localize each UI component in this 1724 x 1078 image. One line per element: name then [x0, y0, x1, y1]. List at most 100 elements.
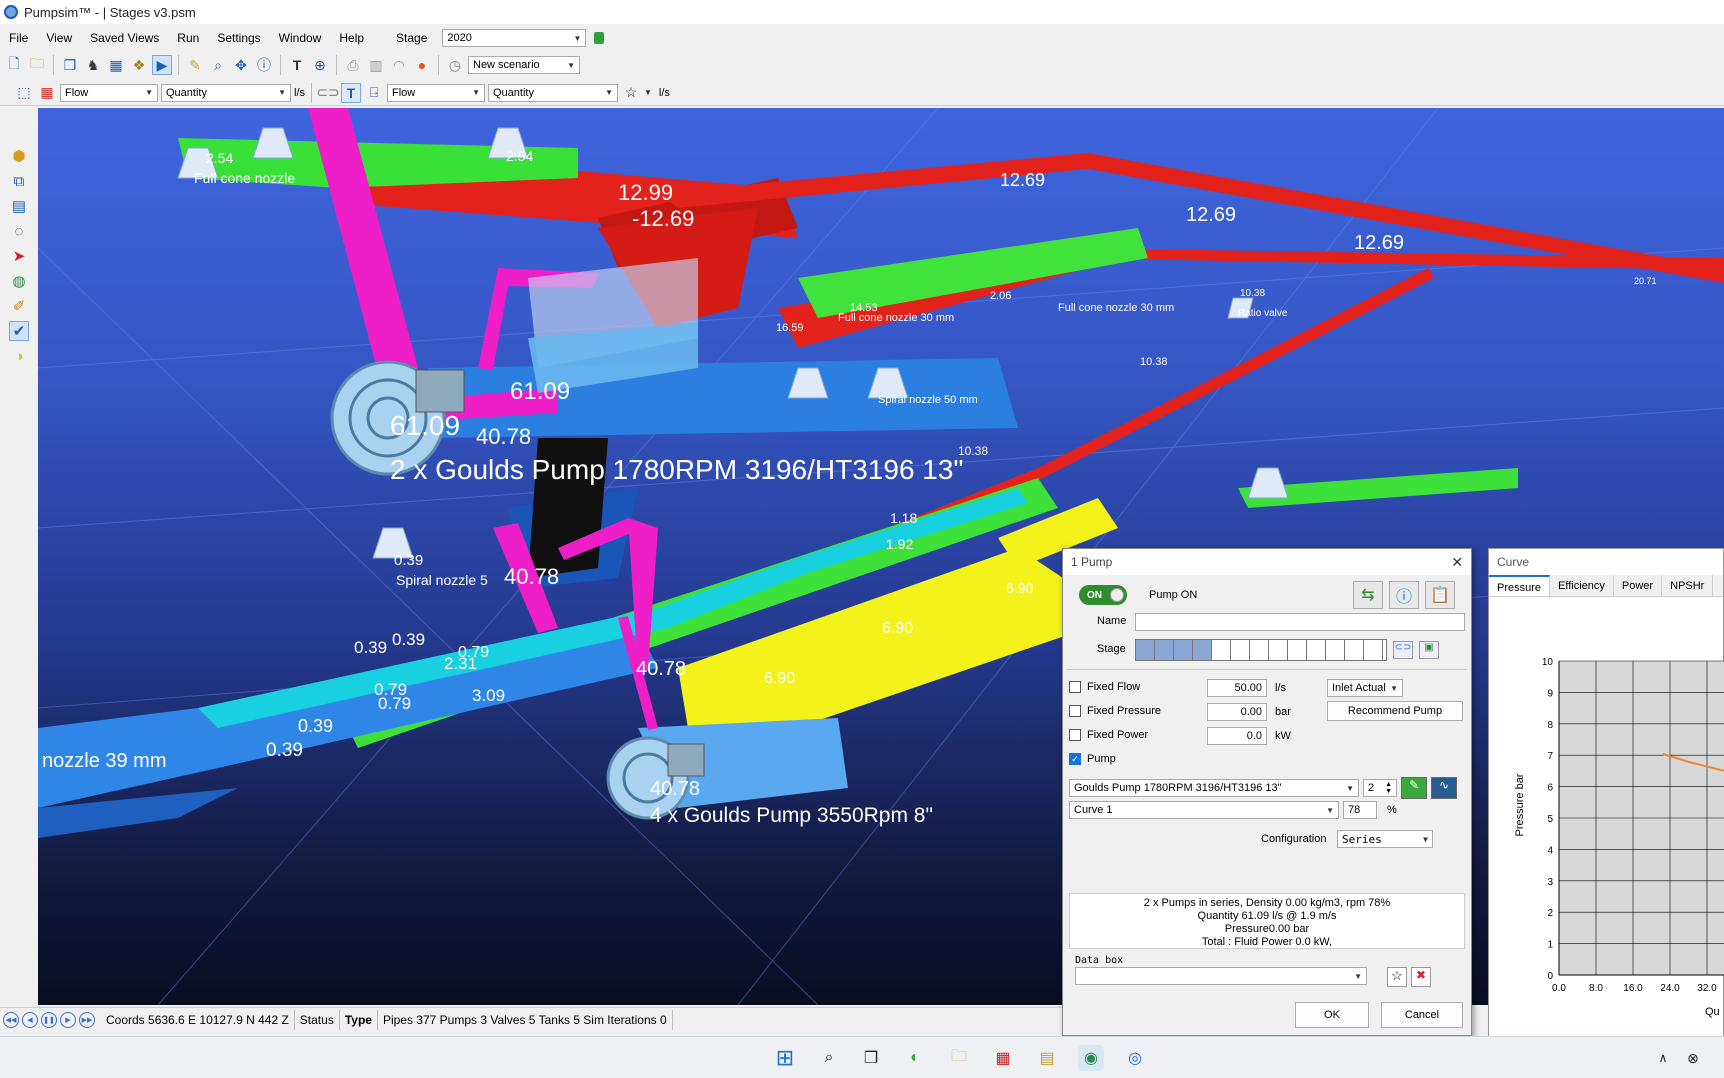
menu-file[interactable]: File	[0, 26, 37, 50]
globe-icon[interactable]: ◍	[9, 271, 29, 291]
edge-icon[interactable]: ◐	[902, 1045, 928, 1071]
wechat-icon[interactable]: ◉	[1078, 1045, 1104, 1071]
data-box-select[interactable]: ▼	[1075, 967, 1367, 985]
menu-window[interactable]: Window	[270, 26, 331, 50]
table-icon[interactable]: ▦	[106, 55, 126, 75]
lasso-icon[interactable]: ◌	[9, 221, 29, 241]
display-quantity-select-2[interactable]: Quantity ▼	[488, 83, 618, 102]
text-style-icon[interactable]: ⍈	[364, 83, 384, 103]
star-icon[interactable]: ☆	[621, 83, 641, 103]
menu-help[interactable]: Help	[330, 26, 373, 50]
pause-icon[interactable]: ❚❚	[41, 1011, 57, 1028]
cancel-button[interactable]: Cancel	[1381, 1002, 1463, 1028]
display-quantity-select-1[interactable]: Quantity ▼	[161, 83, 291, 102]
type-label[interactable]: Type	[340, 1009, 378, 1030]
fire-icon[interactable]: ●	[412, 55, 432, 75]
pan-icon[interactable]: ✥	[231, 55, 251, 75]
pointer-icon[interactable]: ➤	[9, 246, 29, 266]
lock-icon[interactable]	[594, 32, 605, 44]
tab-power[interactable]: Power	[1614, 575, 1663, 596]
inlet-select[interactable]: Inlet Actual ▼	[1327, 679, 1403, 697]
stage-grid[interactable]	[1135, 639, 1387, 661]
fixed-power-checkbox[interactable]	[1069, 729, 1081, 741]
link-icon[interactable]: ⊂⊃	[316, 83, 339, 103]
notes-icon[interactable]: ▤	[1034, 1045, 1060, 1071]
file-explorer-icon[interactable]: 🗀	[946, 1045, 972, 1071]
play-forward-icon[interactable]: ▶▶	[79, 1011, 95, 1028]
ok-button[interactable]: OK	[1295, 1002, 1369, 1028]
display-variable-select-1[interactable]: Flow ▼	[60, 83, 158, 102]
ruler-icon[interactable]: ✎	[185, 55, 205, 75]
stepper-arrows-icon[interactable]: ▲ ▼	[1385, 781, 1392, 795]
menu-saved-views[interactable]: Saved Views	[81, 26, 168, 50]
search-icon[interactable]: ⌕	[816, 1045, 842, 1071]
store-icon[interactable]: ▦	[990, 1045, 1016, 1071]
tab-npshr[interactable]: NPSHr	[1662, 575, 1714, 596]
scenario-select[interactable]: New scenario ▼	[468, 56, 580, 74]
pumpsim-taskbar-icon[interactable]: ◎	[1122, 1045, 1148, 1071]
tab-pressure[interactable]: Pressure	[1489, 575, 1551, 596]
fixed-pressure-input[interactable]: 0.00	[1207, 703, 1267, 721]
rewind-icon[interactable]: ◀◀	[3, 1011, 19, 1028]
layers-icon[interactable]: ❖	[129, 55, 149, 75]
check-tool-icon[interactable]: ✔	[9, 321, 29, 341]
text-icon[interactable]: T	[287, 55, 307, 75]
name-input[interactable]	[1135, 613, 1465, 631]
stage-edit-icon[interactable]: ▣	[1419, 641, 1439, 659]
tab-efficiency[interactable]: Efficiency	[1550, 575, 1614, 596]
fixed-pressure-checkbox[interactable]	[1069, 705, 1081, 717]
fixed-flow-checkbox[interactable]	[1069, 681, 1081, 693]
network-icon[interactable]: ⧉	[9, 171, 29, 191]
pump-checkbox[interactable]: ✓	[1069, 753, 1081, 765]
recommend-pump-button[interactable]: Recommend Pump	[1327, 701, 1463, 721]
pump-model-select[interactable]: Goulds Pump 1780RPM 3196/HT3196 13" ▼	[1069, 779, 1359, 797]
binoculars-icon[interactable]: ♞	[83, 55, 103, 75]
swap-icon[interactable]: ⇆	[1353, 581, 1383, 609]
globe-grid-icon[interactable]: ⊕	[310, 55, 330, 75]
table-view-icon[interactable]: ▤	[9, 196, 29, 216]
display-variable-select-2[interactable]: Flow ▼	[387, 83, 485, 102]
stage-select[interactable]: 2020 ▼	[442, 29, 587, 47]
text-label-button[interactable]: T	[341, 82, 361, 103]
status-label[interactable]: Status	[295, 1009, 340, 1030]
fixed-flow-input[interactable]: 50.00	[1207, 679, 1267, 697]
close-icon[interactable]: ✕	[1451, 554, 1463, 571]
pump-count-stepper[interactable]: 2 ▲ ▼	[1363, 779, 1397, 797]
chart-icon[interactable]: ▥	[366, 55, 386, 75]
info-icon[interactable]: ⓘ	[1389, 581, 1419, 609]
configuration-select[interactable]: Series ▼	[1337, 830, 1433, 848]
grid-icon[interactable]: ▦	[37, 83, 57, 103]
select-window-icon[interactable]: ⬚	[14, 83, 34, 103]
gauge-icon[interactable]: ◠	[389, 55, 409, 75]
windows-start-icon[interactable]: ⊞	[772, 1045, 798, 1071]
zoom-icon[interactable]: ⌕	[208, 55, 228, 75]
fixed-power-input[interactable]: 0.0	[1207, 727, 1267, 745]
brush-icon[interactable]: ✐	[9, 296, 29, 316]
color-blend-icon[interactable]: ◑	[9, 346, 29, 366]
cube-icon[interactable]: ⬢	[9, 146, 29, 166]
task-view-icon[interactable]: ❐	[858, 1045, 884, 1071]
pump-curve-edit-icon[interactable]: ✎	[1401, 777, 1427, 799]
chevron-up-icon[interactable]: ∧	[1650, 1045, 1676, 1071]
delete-icon[interactable]: ✖	[1411, 967, 1431, 987]
print-icon[interactable]: ⎙	[343, 55, 363, 75]
play-icon[interactable]: ▶	[152, 55, 172, 75]
step-forward-icon[interactable]: ▶	[60, 1011, 76, 1028]
step-back-icon[interactable]: ◀	[22, 1011, 38, 1028]
menu-view[interactable]: View	[37, 26, 81, 50]
copy-icon[interactable]: ❐	[60, 55, 80, 75]
chevron-down-icon[interactable]: ▼	[644, 88, 652, 97]
curve-select[interactable]: Curve 1 ▼	[1069, 801, 1339, 819]
clipboard-add-icon[interactable]: 📋	[1425, 581, 1455, 609]
speed-input[interactable]: 78	[1343, 801, 1377, 819]
new-file-icon[interactable]: 🗋	[4, 55, 24, 75]
info-icon[interactable]: ⓘ	[254, 55, 274, 75]
menu-settings[interactable]: Settings	[208, 26, 269, 50]
notification-icon[interactable]: ⊗	[1680, 1045, 1706, 1071]
open-folder-icon[interactable]: 🗀	[27, 55, 47, 75]
stage-link-icon[interactable]: ⊂⊃	[1393, 641, 1413, 659]
menu-run[interactable]: Run	[168, 26, 208, 50]
star-icon[interactable]: ☆	[1387, 967, 1407, 987]
clock-icon[interactable]: ◷	[445, 55, 465, 75]
pump-on-toggle[interactable]: ON	[1079, 585, 1127, 605]
